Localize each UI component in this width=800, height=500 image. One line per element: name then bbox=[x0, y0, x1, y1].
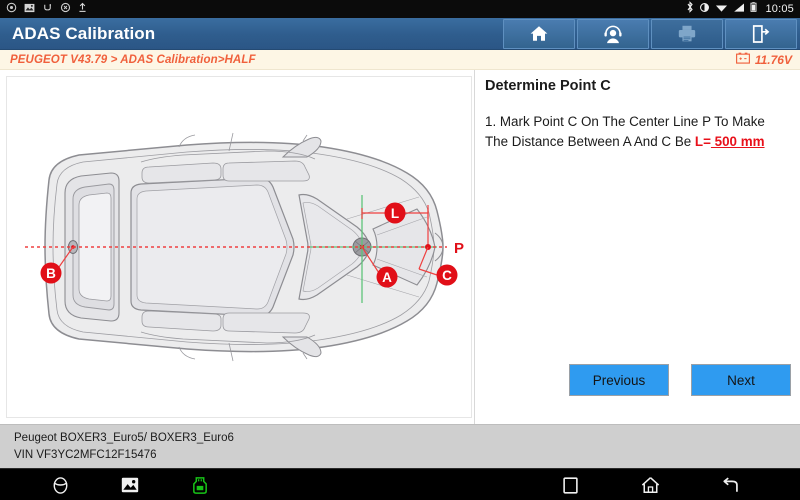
navigation-button-row: Previous Next bbox=[485, 364, 791, 396]
sync-icon bbox=[6, 1, 17, 17]
vehicle-vin: VIN VF3YC2MFC12F15476 bbox=[14, 449, 157, 461]
print-button[interactable] bbox=[651, 18, 723, 49]
marker-label-c: C bbox=[442, 268, 452, 283]
back-icon[interactable] bbox=[710, 469, 750, 500]
wifi-icon bbox=[715, 1, 728, 17]
instruction-title: Determine Point C bbox=[485, 78, 611, 94]
status-right-icons: 10:05 bbox=[686, 1, 794, 17]
screenshot-icon[interactable] bbox=[110, 469, 150, 500]
support-button[interactable] bbox=[577, 18, 649, 49]
home-icon bbox=[529, 24, 549, 43]
adas-vehicle-top-view-diagram: B A L C P bbox=[25, 132, 464, 362]
bluetooth-icon bbox=[686, 1, 694, 17]
marker-badge-c: C bbox=[436, 264, 458, 286]
battery-voltage-icon bbox=[735, 51, 750, 69]
page-title: ADAS Calibration bbox=[12, 23, 156, 43]
vci-connection-icon[interactable] bbox=[180, 469, 220, 500]
headset-person-icon bbox=[603, 24, 623, 44]
status-left-icons bbox=[6, 1, 87, 17]
battery-icon bbox=[750, 1, 757, 17]
next-button[interactable]: Next bbox=[691, 364, 791, 396]
diagram-canvas: B A L C P bbox=[6, 76, 472, 418]
voltage-indicator: 11.76V bbox=[735, 51, 792, 69]
marker-label-a: A bbox=[382, 270, 392, 285]
marker-label-b: B bbox=[46, 266, 56, 281]
home-button[interactable] bbox=[503, 18, 575, 49]
marker-badge-l: L bbox=[384, 202, 406, 224]
length-label: L= bbox=[694, 134, 711, 149]
header-button-group bbox=[502, 18, 800, 50]
length-value: 500 mm bbox=[710, 134, 765, 149]
main-content: B A L C P Determine Point C 1. Mark Poin… bbox=[0, 70, 800, 424]
usb-icon bbox=[42, 1, 53, 17]
signal-icon bbox=[733, 1, 745, 17]
mute-icon bbox=[60, 1, 71, 17]
marker-label-p: P bbox=[454, 240, 464, 257]
browser-icon[interactable] bbox=[40, 469, 80, 500]
home-icon[interactable] bbox=[630, 469, 670, 500]
breadcrumb[interactable]: PEUGEOT V43.79 > ADAS Calibration>HALF bbox=[10, 54, 256, 66]
marker-badge-b: B bbox=[40, 262, 62, 284]
recents-icon[interactable] bbox=[550, 469, 590, 500]
printer-icon bbox=[677, 24, 697, 43]
exit-door-icon bbox=[751, 24, 771, 44]
upload-icon bbox=[78, 1, 87, 17]
marker-label-l: L bbox=[391, 206, 399, 221]
android-nav-bar bbox=[0, 468, 800, 500]
screenshot-icon bbox=[24, 1, 35, 17]
instruction-text: 1. Mark Point C On The Center Line P To … bbox=[485, 112, 788, 152]
brightness-icon bbox=[699, 1, 710, 17]
instruction-panel: Determine Point C 1. Mark Point C On The… bbox=[474, 70, 800, 424]
breadcrumb-bar: PEUGEOT V43.79 > ADAS Calibration>HALF 1… bbox=[0, 50, 800, 70]
app-screen: 10:05 ADAS Calibration PEUGEOT V43.79 > … bbox=[0, 0, 800, 500]
exit-button[interactable] bbox=[725, 18, 797, 49]
previous-button[interactable]: Previous bbox=[569, 364, 669, 396]
app-header: ADAS Calibration bbox=[0, 18, 800, 50]
android-status-bar: 10:05 bbox=[0, 0, 800, 18]
status-clock: 10:05 bbox=[765, 3, 794, 15]
voltage-value: 11.76V bbox=[754, 52, 792, 67]
vehicle-info-bar: Peugeot BOXER3_Euro5/ BOXER3_Euro6 VIN V… bbox=[0, 424, 800, 468]
marker-badge-a: A bbox=[376, 266, 398, 288]
vehicle-model: Peugeot BOXER3_Euro5/ BOXER3_Euro6 bbox=[14, 432, 234, 444]
